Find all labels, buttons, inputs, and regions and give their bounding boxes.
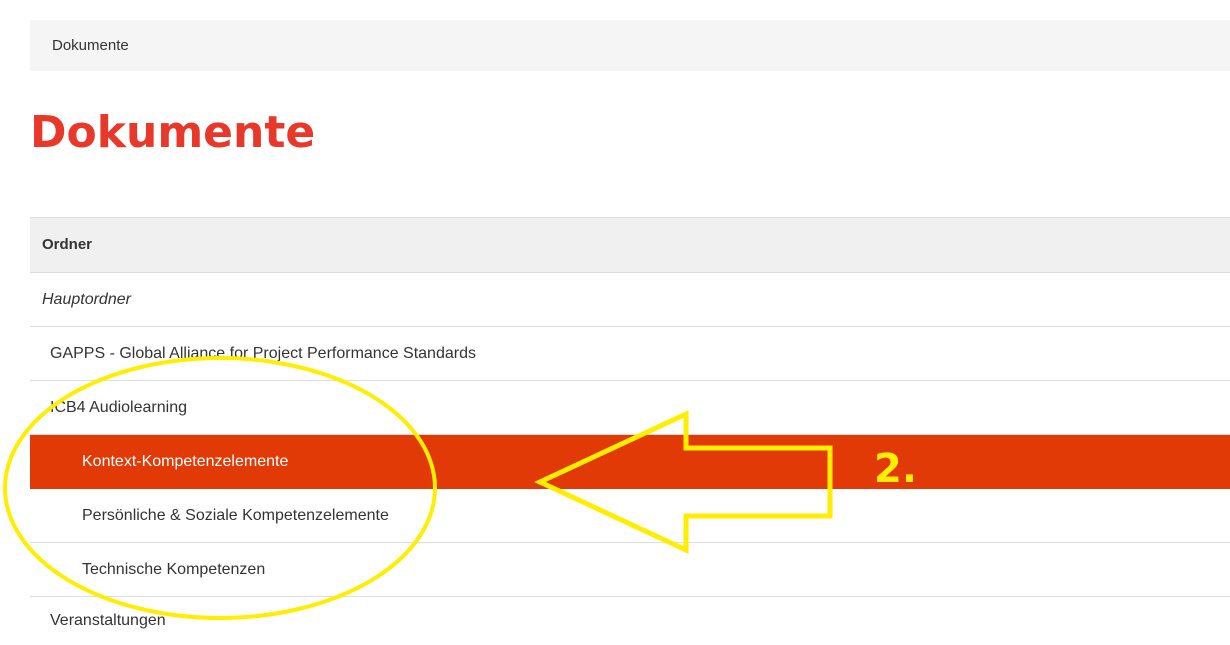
page-title: Dokumente [30,107,316,158]
folder-row-veranstaltungen[interactable]: Veranstaltungen [30,597,1230,645]
folder-row-kontext-kompetenzelemente[interactable]: Kontext-Kompetenzelemente [30,435,1230,489]
folder-row-hauptordner[interactable]: Hauptordner [30,273,1230,327]
breadcrumb-current: Dokumente [52,37,129,54]
breadcrumb: Dokumente [30,20,1230,71]
folder-row-technische-kompetenzen[interactable]: Technische Kompetenzen [30,543,1230,597]
folder-row-gapps[interactable]: GAPPS - Global Alliance for Project Perf… [30,327,1230,381]
folder-row-icb4-audiolearning[interactable]: ICB4 Audiolearning [30,381,1230,435]
folder-row-persoenliche-soziale-kompetenzelemente[interactable]: Persönliche & Soziale Kompetenzelemente [30,489,1230,543]
table-header-folder: Ordner [30,218,1230,273]
folder-table: Ordner Hauptordner GAPPS - Global Allian… [30,217,1230,645]
